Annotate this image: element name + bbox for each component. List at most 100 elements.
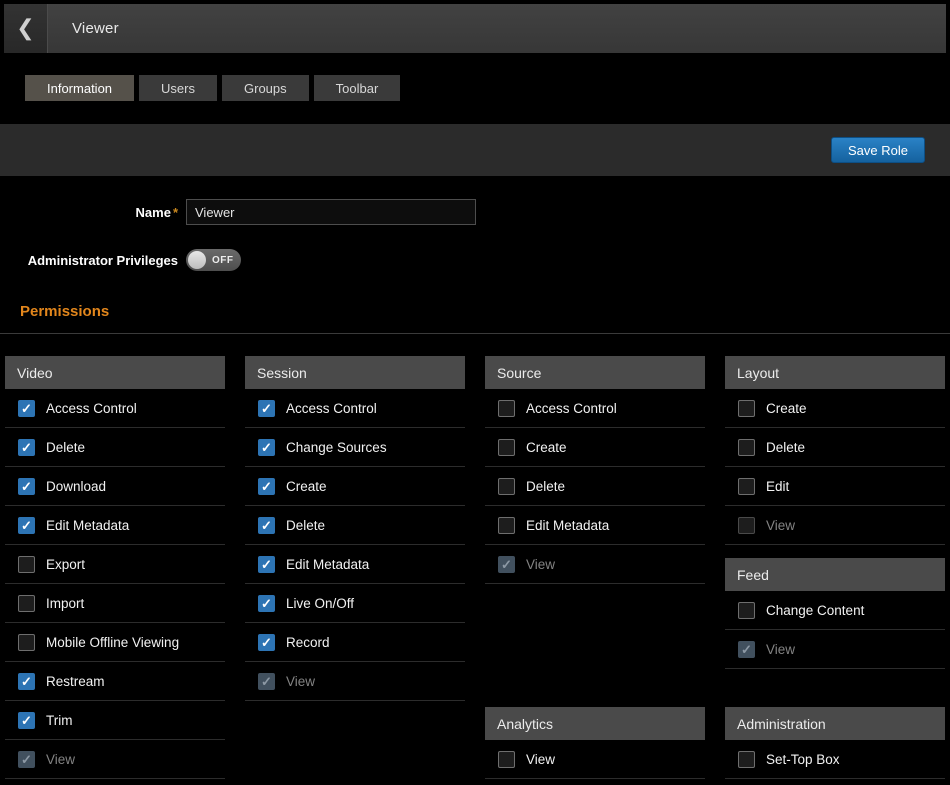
- checkbox-session-edit-metadata[interactable]: [258, 556, 275, 573]
- permission-row: Edit: [725, 467, 945, 506]
- checkbox-source-view: [498, 556, 515, 573]
- checkbox-video-mobile-offline-viewing[interactable]: [18, 634, 35, 651]
- permission-label: Trim: [46, 713, 73, 728]
- permission-group-header: Administration: [725, 707, 945, 740]
- permission-group-header: Layout: [725, 356, 945, 389]
- action-bar: Save Role: [0, 124, 950, 176]
- checkbox-video-trim[interactable]: [18, 712, 35, 729]
- checkbox-layout-delete[interactable]: [738, 439, 755, 456]
- checkbox-source-edit-metadata[interactable]: [498, 517, 515, 534]
- permission-label: Record: [286, 635, 330, 650]
- permission-label: Delete: [46, 440, 85, 455]
- permission-group-administration: AdministrationSet-Top Box: [725, 707, 945, 779]
- permission-label: Import: [46, 596, 84, 611]
- checkbox-session-record[interactable]: [258, 634, 275, 651]
- permission-label: View: [526, 557, 555, 572]
- permission-label: Delete: [526, 479, 565, 494]
- permission-label: View: [526, 752, 555, 767]
- name-field-row: Name*: [0, 199, 950, 225]
- permissions-column: LayoutCreateDeleteEditViewFeedChange Con…: [725, 356, 945, 779]
- page-title: Viewer: [72, 20, 119, 37]
- back-button[interactable]: ❮: [4, 4, 48, 53]
- permission-row: Create: [725, 389, 945, 428]
- permissions-heading: Permissions: [20, 303, 950, 320]
- permission-row: Download: [5, 467, 225, 506]
- checkbox-video-import[interactable]: [18, 595, 35, 612]
- checkbox-analytics-view[interactable]: [498, 751, 515, 768]
- checkbox-session-create[interactable]: [258, 478, 275, 495]
- checkbox-layout-edit[interactable]: [738, 478, 755, 495]
- checkbox-session-view: [258, 673, 275, 690]
- permission-row: Export: [5, 545, 225, 584]
- permission-group-header: Video: [5, 356, 225, 389]
- permission-group-header: Source: [485, 356, 705, 389]
- admin-privileges-toggle[interactable]: OFF: [186, 249, 241, 271]
- tab-groups[interactable]: Groups: [222, 75, 309, 101]
- permission-row: Restream: [5, 662, 225, 701]
- tab-bar: InformationUsersGroupsToolbar: [25, 75, 950, 101]
- permission-label: Access Control: [286, 401, 377, 416]
- checkbox-session-delete[interactable]: [258, 517, 275, 534]
- permission-row: View: [485, 740, 705, 779]
- tab-users[interactable]: Users: [139, 75, 217, 101]
- permission-group-feed: FeedChange ContentView: [725, 558, 945, 669]
- permission-group-source: SourceAccess ControlCreateDeleteEdit Met…: [485, 356, 705, 584]
- checkbox-video-download[interactable]: [18, 478, 35, 495]
- checkbox-source-create[interactable]: [498, 439, 515, 456]
- permission-row: Live On/Off: [245, 584, 465, 623]
- checkbox-session-access-control[interactable]: [258, 400, 275, 417]
- permission-row: Change Content: [725, 591, 945, 630]
- admin-privileges-row: Administrator Privileges OFF: [0, 249, 950, 271]
- permission-group-session: Session Access Control Change Sources Creat…: [245, 356, 465, 701]
- checkbox-video-delete[interactable]: [18, 439, 35, 456]
- tab-information[interactable]: Information: [25, 75, 134, 101]
- checkbox-session-change-sources[interactable]: [258, 439, 275, 456]
- role-editor-page: ❮ Viewer InformationUsersGroupsToolbar S…: [0, 4, 950, 779]
- checkbox-video-edit-metadata[interactable]: [18, 517, 35, 534]
- permission-group-video: VideoAccess Control Delete DownloadEdit Me…: [5, 356, 225, 779]
- back-chevron-icon: ❮: [16, 16, 34, 41]
- permission-row: View: [245, 662, 465, 701]
- permissions-divider: [0, 333, 950, 334]
- permission-group-header: Session: [245, 356, 465, 389]
- save-role-button[interactable]: Save Role: [831, 137, 925, 163]
- checkbox-video-access-control[interactable]: [18, 400, 35, 417]
- permission-label: View: [286, 674, 315, 689]
- permission-row: Delete: [5, 428, 225, 467]
- permissions-grid: VideoAccess ControlDeleteDownloadEdit Me…: [5, 356, 945, 779]
- checkbox-video-restream[interactable]: [18, 673, 35, 690]
- permission-row: Mobile Offline Viewing: [5, 623, 225, 662]
- permission-label: Live On/Off: [286, 596, 354, 611]
- name-input[interactable]: [186, 199, 476, 225]
- checkbox-feed-change-content[interactable]: [738, 602, 755, 619]
- permission-row: Trim: [5, 701, 225, 740]
- permission-label: Edit Metadata: [526, 518, 609, 533]
- permission-label: Export: [46, 557, 85, 572]
- permission-label: View: [766, 518, 795, 533]
- checkbox-video-export[interactable]: [18, 556, 35, 573]
- checkbox-source-access-control[interactable]: [498, 400, 515, 417]
- permission-row: Edit Metadata: [5, 506, 225, 545]
- checkbox-administration-set-top-box[interactable]: [738, 751, 755, 768]
- permission-row: Import: [5, 584, 225, 623]
- permissions-column: Session Access Control Change Sources Creat…: [245, 356, 465, 779]
- permission-label: Delete: [766, 440, 805, 455]
- permission-row: View: [5, 740, 225, 779]
- permission-row: Access Control: [5, 389, 225, 428]
- checkbox-layout-view: [738, 517, 755, 534]
- permission-row: Access Control: [245, 389, 465, 428]
- checkbox-session-live-on-off[interactable]: [258, 595, 275, 612]
- checkbox-video-view: [18, 751, 35, 768]
- required-marker: *: [173, 205, 178, 220]
- checkbox-source-delete[interactable]: [498, 478, 515, 495]
- permission-row: Access Control: [485, 389, 705, 428]
- permission-label: Create: [286, 479, 327, 494]
- permission-row: View: [725, 630, 945, 669]
- admin-privileges-label: Administrator Privileges: [0, 253, 178, 268]
- permission-row: Change Sources: [245, 428, 465, 467]
- tab-toolbar[interactable]: Toolbar: [314, 75, 401, 101]
- top-bar: ❮ Viewer: [4, 4, 946, 53]
- permission-label: Create: [766, 401, 807, 416]
- permission-row: Set-Top Box: [725, 740, 945, 779]
- checkbox-layout-create[interactable]: [738, 400, 755, 417]
